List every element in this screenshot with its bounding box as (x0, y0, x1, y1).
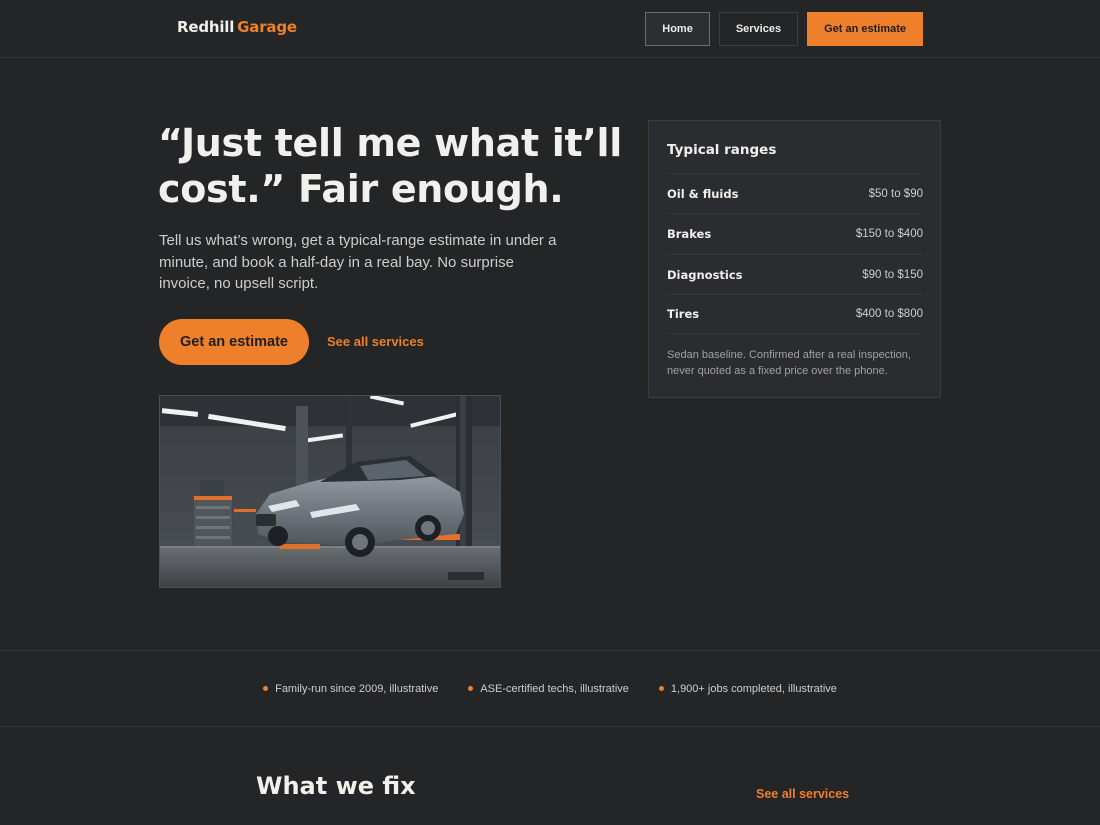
hero-title-line2: cost.” Fair enough. (158, 167, 564, 211)
hero-estimate-button[interactable]: Get an estimate (159, 319, 309, 365)
range-name: Tires (667, 307, 700, 321)
trust-item-label: Family-run since 2009, illustrative (275, 682, 439, 695)
brand-name: Redhill (177, 18, 235, 36)
range-name: Diagnostics (667, 267, 743, 282)
range-row-diagnostics: Diagnostics $90 to $150 (667, 254, 923, 294)
site-header: Redhill Garage Home Services Get an estim… (0, 0, 1100, 58)
hero-title: “Just tell me what it’ll cost.” Fair eno… (158, 120, 628, 212)
ranges-note: Sedan baseline. Confirmed after a real i… (667, 349, 911, 377)
nav-estimate-button[interactable]: Get an estimate (807, 12, 923, 46)
nav-home-button[interactable]: Home (645, 12, 710, 46)
ranges-title: Typical ranges (667, 142, 777, 158)
section-services-link[interactable]: See all services (756, 787, 849, 801)
range-name: Oil & fluids (667, 186, 739, 201)
hero-services-link[interactable]: See all services (327, 334, 424, 349)
brand-accent: Garage (237, 18, 297, 36)
range-value: $400 to $800 (855, 308, 923, 320)
range-value: $50 to $90 (868, 187, 923, 200)
range-value: $90 to $150 (862, 268, 923, 281)
range-row-brakes: Brakes $150 to $400 (667, 213, 923, 253)
section-title: What we fix (256, 772, 416, 800)
trust-item: Family-run since 2009, illustrative (263, 683, 438, 695)
nav-services-button[interactable]: Services (718, 12, 799, 46)
range-name: Brakes (667, 226, 712, 241)
trust-strip: Family-run since 2009, illustrative ASE-… (0, 650, 1100, 727)
range-row-tires: Tires $400 to $800 (667, 294, 923, 334)
trust-item-label: ASE-certified techs, illustrative (480, 682, 629, 695)
dot-icon (658, 686, 664, 691)
garage-photo (159, 395, 501, 588)
hero-subtitle: Tell us what’s wrong, get a typical-rang… (159, 232, 557, 292)
brand-logo[interactable]: Redhill Garage (177, 18, 297, 36)
typical-ranges-card: Typical ranges Oil & fluids $50 to $90 B… (648, 120, 941, 398)
main-nav: Home Services Get an estimate (645, 12, 923, 46)
dot-icon (468, 686, 474, 691)
trust-item: 1,900+ jobs completed, illustrative (658, 682, 837, 695)
trust-item-label: 1,900+ jobs completed, illustrative (670, 682, 837, 695)
dot-icon (263, 686, 269, 691)
range-row-oil: Oil & fluids $50 to $90 (667, 173, 923, 213)
garage-car-illustration (160, 396, 500, 587)
range-value: $150 to $400 (855, 227, 923, 240)
hero-title-line1: “Just tell me what it’ll (158, 121, 622, 165)
trust-item: ASE-certified techs, illustrative (468, 683, 629, 695)
